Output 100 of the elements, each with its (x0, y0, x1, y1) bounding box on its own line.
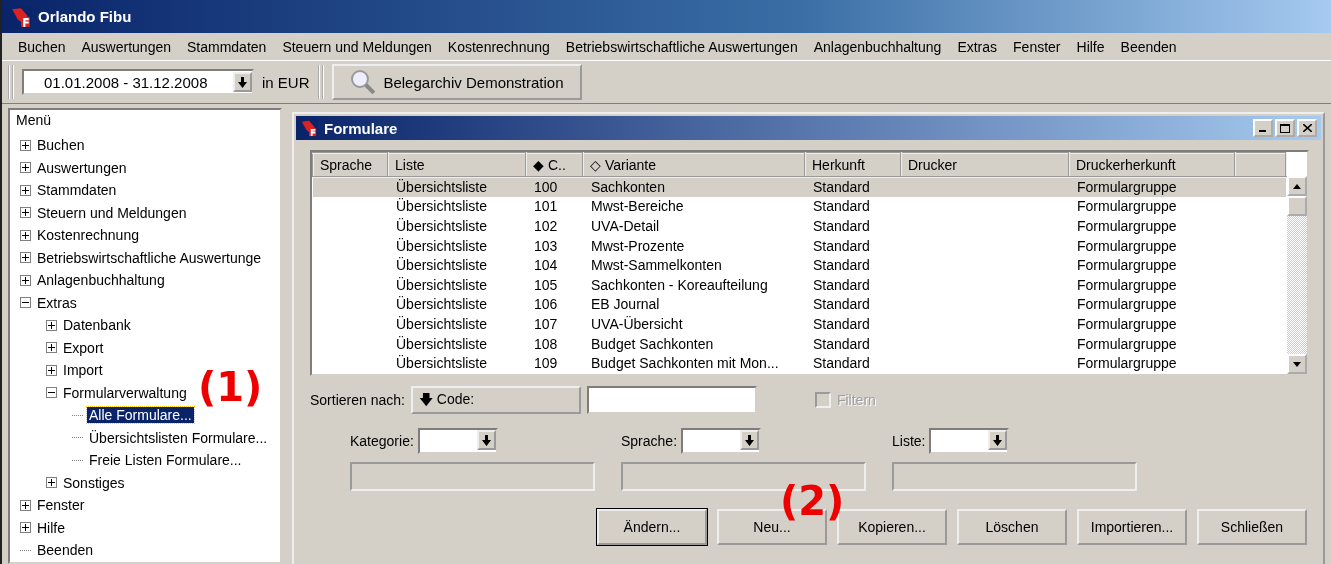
table-cell: Budget Sachkonten (591, 335, 714, 352)
tree-item[interactable]: Freie Listen Formulare... (87, 452, 244, 469)
expand-icon[interactable] (20, 274, 31, 286)
expand-icon[interactable] (20, 162, 31, 174)
filter-dropdown[interactable] (417, 428, 498, 454)
dialog-button[interactable]: Schließen (1197, 509, 1307, 545)
table-cell: Übersichtsliste (396, 179, 488, 196)
tree-item[interactable]: Import (61, 362, 105, 379)
period-dropdown[interactable]: 01.01.2008 - 31.12.2008 (22, 69, 254, 95)
close-icon (1302, 124, 1312, 132)
menu-item[interactable]: Stammdaten (179, 38, 275, 55)
column-header[interactable]: ◆ C.. (526, 153, 583, 177)
expand-icon[interactable] (20, 139, 31, 151)
tree-item[interactable]: Extras (35, 294, 79, 311)
table-cell: 101 (534, 198, 558, 215)
table-cell: Standard (813, 335, 870, 352)
logo-icon (300, 119, 318, 137)
tree-item[interactable]: Auswertungen (35, 159, 129, 176)
table-cell: Mwst-Bereiche (591, 198, 684, 215)
arrow-down-icon (481, 434, 491, 446)
expand-icon[interactable] (20, 229, 31, 241)
arrow-down-icon (993, 434, 1003, 446)
table-cell: Übersichtsliste (396, 315, 488, 332)
toolbar-grip[interactable] (8, 65, 14, 99)
expand-icon[interactable] (20, 252, 31, 264)
tree-item[interactable]: Hilfe (35, 519, 67, 536)
filter-dropdown[interactable] (929, 428, 1010, 454)
table-cell: Sachkonten - Koreaufteilung (591, 276, 768, 293)
table-cell: 105 (534, 276, 558, 293)
menu-item[interactable]: Extras (949, 38, 1006, 55)
tree-item[interactable]: Stammdaten (35, 182, 119, 199)
tree-item[interactable]: Formularverwaltung (61, 384, 189, 401)
tree-item[interactable]: Export (61, 339, 106, 356)
search-field[interactable] (586, 386, 757, 414)
tree-item[interactable]: Fenster (35, 497, 87, 514)
expand-icon[interactable] (20, 522, 31, 534)
table-cell: Standard (813, 276, 870, 293)
table-cell: UVA-Detail (591, 218, 660, 234)
table-cell: Formulargruppe (1077, 179, 1177, 196)
dialog-button[interactable]: Ändern... (597, 509, 707, 545)
tree-item[interactable]: Steuern und Meldungen (35, 204, 189, 221)
menu-item[interactable]: Betriebswirtschaftliche Auswertungen (557, 38, 806, 55)
table-cell: 106 (534, 296, 558, 313)
menu-item[interactable]: Buchen (10, 38, 74, 55)
scroll-thumb[interactable] (1287, 196, 1307, 216)
table-cell: Standard (813, 198, 870, 215)
expand-icon[interactable] (20, 184, 31, 196)
column-header[interactable]: Drucker (901, 153, 1069, 177)
window-title: Orlando Fibu (38, 8, 132, 25)
dialog-button[interactable]: Löschen (957, 509, 1067, 545)
table-row[interactable]: Übersichtsliste 101 Mwst-Bereiche Standard Formulargruppe (313, 196, 1286, 217)
menu-item[interactable]: Kostenrechnung (439, 38, 558, 55)
expand-icon[interactable] (20, 207, 31, 219)
expand-icon[interactable] (46, 342, 57, 354)
column-header[interactable]: Liste (388, 153, 526, 177)
tree-item[interactable]: Alle Formulare... (87, 407, 194, 424)
table-row[interactable]: Übersichtsliste 100 Sachkonten Standard Formulargruppe (313, 177, 1286, 197)
up-arrow-icon (1293, 183, 1301, 189)
table-cell: Formulargruppe (1077, 218, 1177, 234)
tree-item[interactable]: Kostenrechnung (35, 227, 141, 244)
archive-button[interactable]: Belegarchiv Demonstration (331, 64, 582, 100)
column-header[interactable]: ◇ Variante (583, 153, 805, 177)
tree-item[interactable]: Sonstiges (61, 474, 127, 491)
collapse-icon[interactable] (46, 387, 57, 399)
tree-item[interactable]: Datenbank (61, 317, 133, 334)
table-cell: Formulargruppe (1077, 335, 1177, 352)
toolbar-grip[interactable] (317, 65, 324, 99)
menu-item[interactable]: Steuern und Meldungen (274, 38, 440, 55)
table-cell: Standard (813, 218, 870, 234)
tree-item[interactable]: Buchen (35, 137, 87, 154)
filter-dropdown[interactable] (681, 428, 762, 454)
menu-item[interactable]: Auswertungen (73, 38, 179, 55)
scrollbar[interactable] (1287, 176, 1307, 374)
maximize-button[interactable] (1275, 119, 1295, 137)
expand-icon[interactable] (46, 364, 57, 376)
menu-item[interactable]: Anlagenbuchhaltung (805, 38, 950, 55)
expand-icon[interactable] (20, 499, 31, 511)
tree-item[interactable]: Betriebswirtschaftliche Auswertunge (35, 249, 264, 266)
tree-item[interactable]: Anlagenbuchhaltung (35, 272, 167, 289)
filter-label: Kategorie: (350, 433, 414, 449)
tree-item[interactable]: Übersichtslisten Formulare... (87, 429, 270, 446)
sidebar-title: Menü (16, 112, 53, 130)
collapse-icon[interactable] (20, 297, 31, 309)
menu-item[interactable]: Fenster (1005, 38, 1069, 55)
dialog-button[interactable]: Importieren... (1077, 509, 1187, 545)
minimize-button[interactable] (1253, 119, 1273, 137)
table-cell: Formulargruppe (1077, 315, 1177, 332)
expand-icon[interactable] (46, 477, 57, 489)
close-button[interactable] (1297, 119, 1317, 137)
column-header[interactable]: Druckerherkunft (1069, 153, 1235, 177)
sort-button[interactable]: 🡇 Code: (410, 386, 581, 414)
table-cell: EB Journal (591, 296, 660, 313)
tree-item[interactable]: Beenden (35, 542, 96, 559)
menu-item[interactable]: Hilfe (1068, 38, 1113, 55)
table-cell: 104 (534, 257, 558, 274)
column-header[interactable]: Sprache (313, 153, 388, 177)
table-cell: UVA-Übersicht (591, 315, 683, 332)
menu-item[interactable]: Beenden (1112, 38, 1185, 55)
expand-icon[interactable] (46, 319, 57, 331)
column-header[interactable]: Herkunft (805, 153, 901, 177)
